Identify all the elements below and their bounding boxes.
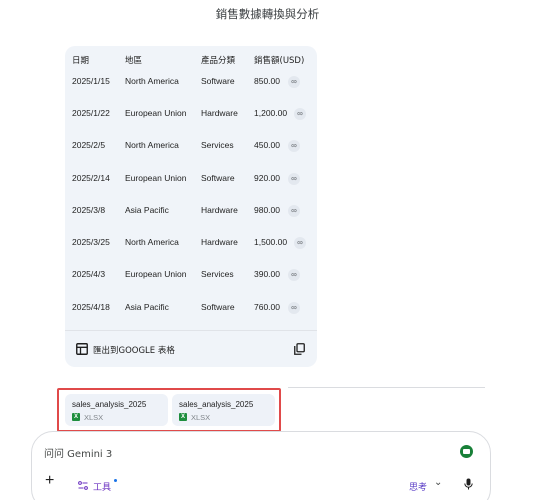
cell-category: Services [201, 140, 234, 150]
cell-category: Hardware [201, 205, 238, 215]
link-icon[interactable]: ∞ [294, 237, 306, 249]
link-icon[interactable]: ∞ [288, 173, 300, 185]
cell-region: North America [125, 140, 179, 150]
link-icon[interactable]: ∞ [288, 269, 300, 281]
tools-button[interactable]: 工具 [93, 480, 111, 493]
table-row: 2025/1/15 North America Software 850.00 … [65, 76, 317, 94]
cell-date: 2025/1/15 [72, 76, 110, 86]
table-header-date: 日期 [72, 56, 90, 66]
tools-icon[interactable] [78, 481, 88, 490]
cell-category: Software [201, 302, 235, 312]
cell-sales: 760.00 [254, 302, 280, 312]
cell-region: European Union [125, 173, 187, 183]
prompt-input[interactable]: 问问 Gemini 3 [44, 445, 112, 460]
cell-sales: 1,200.00 [254, 108, 288, 118]
cell-date: 2025/3/8 [72, 205, 106, 215]
table-header-sales: 銷售額(USD) [254, 56, 305, 66]
copy-icon[interactable] [294, 343, 305, 355]
sheet-preview-card: 日期 地區 產品分類 銷售額(USD) 2025/1/15 North Amer… [65, 46, 317, 367]
cell-region: Asia Pacific [125, 205, 169, 215]
cell-date: 2025/4/18 [72, 302, 110, 312]
cell-region: North America [125, 237, 179, 247]
file-name: sales_analysis_2025 [72, 400, 147, 409]
link-icon[interactable]: ∞ [288, 76, 300, 88]
cell-region: North America [125, 76, 179, 86]
file-name: sales_analysis_2025 [179, 400, 254, 409]
table-row: 2025/1/22 European Union Hardware 1,200.… [65, 108, 317, 126]
cell-sales: 920.00 [254, 173, 280, 183]
cell-category: Services [201, 269, 234, 279]
cell-date: 2025/4/3 [72, 269, 106, 279]
sheets-table-icon[interactable] [76, 343, 88, 355]
excel-file-icon: X [179, 413, 187, 421]
export-to-sheets-button[interactable]: 匯出到GOOGLE 表格 [93, 344, 175, 356]
conversation-title: 銷售數據轉換與分析 [215, 7, 320, 21]
table-header-region: 地區 [125, 56, 143, 66]
mode-selector[interactable]: 思考 [409, 480, 427, 493]
cell-category: Hardware [201, 237, 238, 247]
prompt-composer[interactable]: 问问 Gemini 3 + 工具 思考 ⌄ [31, 431, 491, 500]
cell-category: Software [201, 76, 235, 86]
meet-icon[interactable] [460, 445, 473, 458]
export-bar: 匯出到GOOGLE 表格 [65, 330, 317, 367]
table-header-row: 日期 地區 產品分類 銷售額(USD) [65, 54, 317, 70]
table-row: 2025/2/14 European Union Software 920.00… [65, 173, 317, 191]
cell-sales: 390.00 [254, 269, 280, 279]
cell-sales: 980.00 [254, 205, 280, 215]
tools-new-indicator [114, 479, 117, 482]
table-row: 2025/4/18 Asia Pacific Software 760.00 ∞ [65, 302, 317, 320]
link-icon[interactable]: ∞ [294, 108, 306, 120]
add-button[interactable]: + [45, 473, 54, 489]
table-row: 2025/3/25 North America Hardware 1,500.0… [65, 237, 317, 255]
link-icon[interactable]: ∞ [288, 302, 300, 314]
cell-region: Asia Pacific [125, 302, 169, 312]
divider [288, 387, 485, 388]
file-chip[interactable]: sales_analysis_2025 X XLSX [65, 394, 168, 426]
cell-sales: 1,500.00 [254, 237, 288, 247]
cell-date: 2025/3/25 [72, 237, 110, 247]
cell-category: Software [201, 173, 235, 183]
table-row: 2025/2/5 North America Services 450.00 ∞ [65, 140, 317, 158]
file-chip[interactable]: sales_analysis_2025 X XLSX [172, 394, 275, 426]
table-header-category: 產品分類 [201, 56, 236, 66]
excel-file-icon: X [72, 413, 80, 421]
microphone-icon[interactable] [464, 478, 473, 490]
chevron-down-icon[interactable]: ⌄ [434, 477, 442, 488]
cell-region: European Union [125, 108, 187, 118]
cell-sales: 850.00 [254, 76, 280, 86]
file-type: XLSX [191, 413, 211, 422]
table-row: 2025/3/8 Asia Pacific Hardware 980.00 ∞ [65, 205, 317, 223]
cell-date: 2025/2/5 [72, 140, 106, 150]
table-row: 2025/4/3 European Union Services 390.00 … [65, 269, 317, 287]
cell-date: 2025/2/14 [72, 173, 110, 183]
cell-category: Hardware [201, 108, 238, 118]
cell-date: 2025/1/22 [72, 108, 110, 118]
link-icon[interactable]: ∞ [288, 205, 300, 217]
cell-sales: 450.00 [254, 140, 280, 150]
attached-files-highlight: sales_analysis_2025 X XLSX sales_analysi… [57, 388, 281, 432]
link-icon[interactable]: ∞ [288, 140, 300, 152]
cell-region: European Union [125, 269, 187, 279]
file-type: XLSX [84, 413, 104, 422]
